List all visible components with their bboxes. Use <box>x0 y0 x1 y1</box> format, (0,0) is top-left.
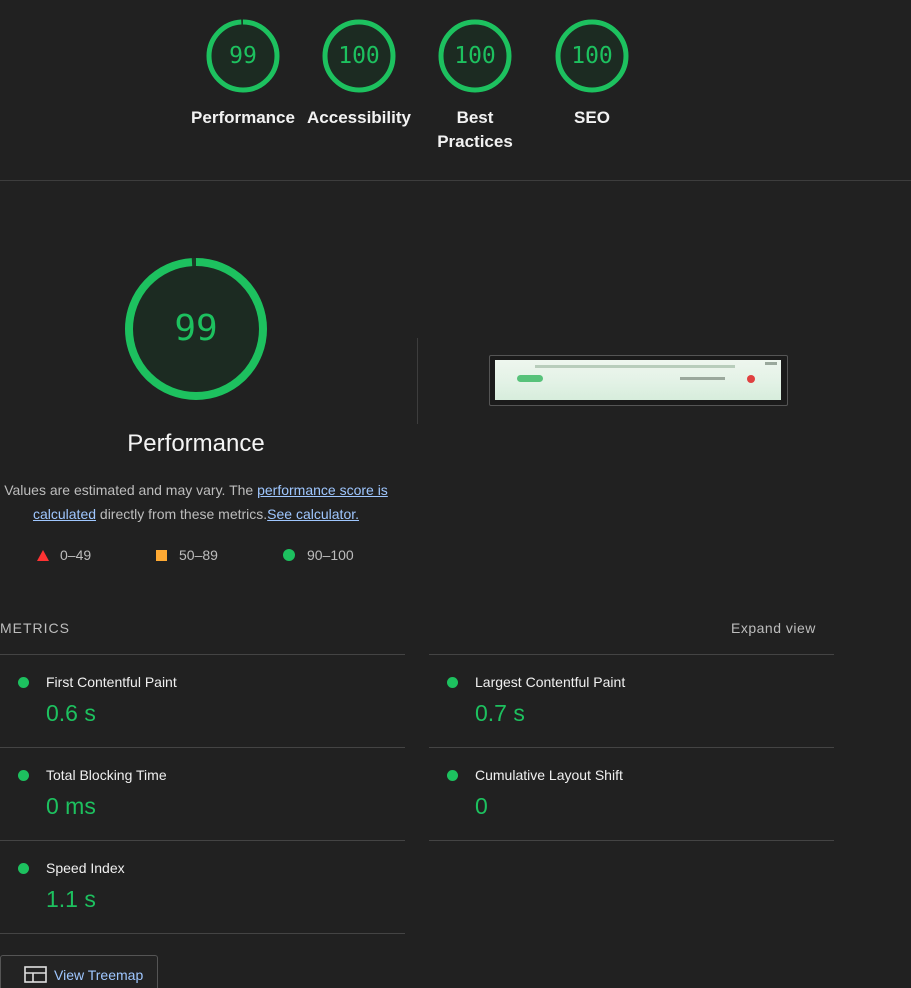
lighthouse-report: 99 Performance 100 Accessibility 100 Bes… <box>0 0 911 988</box>
metric-speed-index: Speed Index 1.1 s <box>0 840 405 934</box>
pass-circle-icon <box>447 677 458 688</box>
legend-fail-label: 0–49 <box>60 547 92 563</box>
screenshot-thumbnail <box>495 360 781 400</box>
metric-value: 1.1 s <box>46 886 96 912</box>
treemap-icon <box>24 966 47 983</box>
performance-score: 99 <box>174 308 218 349</box>
category-gauges: 99 Performance 100 Accessibility 100 Bes… <box>0 0 911 181</box>
thumb-button <box>517 375 543 382</box>
score-ring: 100 <box>320 17 398 95</box>
gauge-seo[interactable]: 100 SEO <box>532 17 652 130</box>
performance-title: Performance <box>127 430 265 457</box>
score-ring: 100 <box>553 17 631 95</box>
performance-description: Values are estimated and may vary. The p… <box>0 478 392 526</box>
thumb-logo <box>747 375 755 383</box>
metric-value: 0 ms <box>46 793 96 819</box>
description-middle: directly from these metrics. <box>96 506 268 522</box>
see-calculator-link[interactable]: See calculator. <box>267 506 359 522</box>
legend-average-label: 50–89 <box>179 547 218 563</box>
gauge-label: Performance <box>191 108 295 127</box>
pass-circle-icon <box>283 549 295 561</box>
metric-total-blocking-time: Total Blocking Time 0 ms <box>0 747 405 840</box>
gauge-label: SEO <box>574 108 610 127</box>
final-screenshot[interactable] <box>489 355 788 406</box>
metrics-header: METRICS <box>0 620 70 636</box>
legend-pass: 90–100 <box>283 547 354 565</box>
gauge-score: 100 <box>571 43 613 69</box>
metric-title: First Contentful Paint <box>46 674 177 690</box>
description-prefix: Values are estimated and may vary. The <box>4 482 258 498</box>
gauge-label: Best Practices <box>437 108 513 151</box>
metric-first-contentful-paint: First Contentful Paint 0.6 s <box>0 654 405 747</box>
expand-view-toggle[interactable]: Expand view <box>731 620 816 636</box>
pass-circle-icon <box>18 677 29 688</box>
score-ring: 100 <box>436 17 514 95</box>
average-square-icon <box>156 550 167 561</box>
fail-triangle-icon <box>37 550 49 561</box>
metric-title: Cumulative Layout Shift <box>475 767 623 783</box>
metric-title: Largest Contentful Paint <box>475 674 626 690</box>
gauge-accessibility[interactable]: 100 Accessibility <box>299 17 419 130</box>
metric-value: 0.7 s <box>475 700 525 726</box>
pass-circle-icon <box>18 770 29 781</box>
view-treemap-label: View Treemap <box>54 967 144 983</box>
legend-pass-label: 90–100 <box>307 547 354 563</box>
pass-circle-icon <box>18 863 29 874</box>
gauge-score: 100 <box>338 43 380 69</box>
gauge-score: 100 <box>454 43 496 69</box>
legend-fail: 0–49 <box>37 547 91 565</box>
thumb-corner-line <box>765 362 777 365</box>
metric-largest-contentful-paint: Largest Contentful Paint 0.7 s <box>429 654 834 747</box>
gauge-score: 99 <box>229 43 257 69</box>
metric-cumulative-layout-shift: Cumulative Layout Shift 0 <box>429 747 834 841</box>
metric-title: Speed Index <box>46 860 125 876</box>
performance-gauge: 99 <box>122 255 270 403</box>
gauge-performance[interactable]: 99 Performance <box>183 17 303 130</box>
legend-average: 50–89 <box>156 547 218 565</box>
gauge-label: Accessibility <box>307 108 411 127</box>
metric-value: 0 <box>475 793 488 819</box>
metric-title: Total Blocking Time <box>46 767 167 783</box>
metric-value: 0.6 s <box>46 700 96 726</box>
view-treemap-button[interactable]: View Treemap <box>0 955 158 988</box>
pass-circle-icon <box>447 770 458 781</box>
score-ring: 99 <box>204 17 282 95</box>
gauge-best-practices[interactable]: 100 Best Practices <box>415 17 535 154</box>
thumb-text-line <box>535 365 735 368</box>
vertical-divider <box>417 338 418 424</box>
thumb-nav-line <box>680 377 725 380</box>
